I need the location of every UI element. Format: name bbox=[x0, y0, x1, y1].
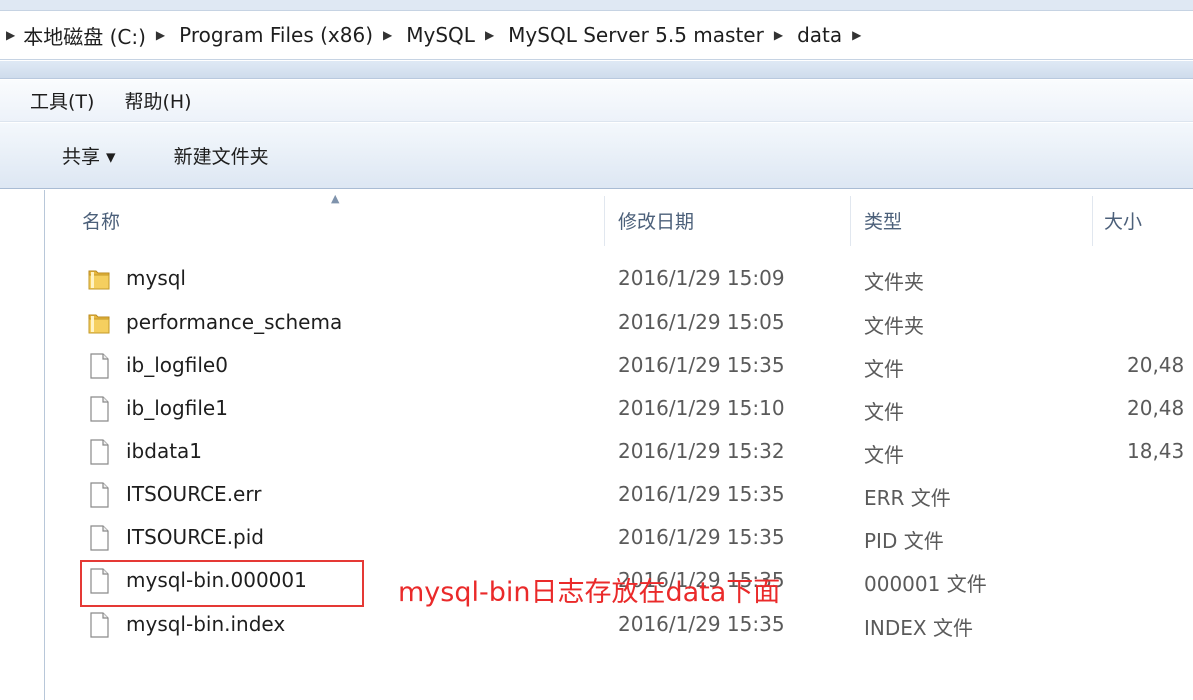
breadcrumb-chevron-icon[interactable]: ▶ bbox=[485, 28, 494, 42]
sort-ascending-icon: ▲ bbox=[331, 192, 340, 205]
file-date-modified: 2016/1/29 15:35 bbox=[618, 353, 785, 377]
file-type: 文件 bbox=[864, 400, 904, 424]
breadcrumb-chevron-icon[interactable]: ▶ bbox=[6, 28, 15, 42]
annotation-note: mysql-bin日志存放在data下面 bbox=[398, 577, 781, 608]
file-date-modified: 2016/1/29 15:35 bbox=[618, 525, 785, 549]
highlight-box bbox=[80, 560, 364, 607]
file-type: PID 文件 bbox=[864, 529, 944, 553]
menu-help[interactable]: 帮助(H) bbox=[124, 87, 191, 114]
file-date-modified: 2016/1/29 15:10 bbox=[618, 396, 785, 420]
file-name: mysql-bin.index bbox=[126, 612, 286, 636]
file-date-modified: 2016/1/29 15:35 bbox=[618, 482, 785, 506]
column-header-name[interactable]: 名称 bbox=[82, 200, 120, 240]
breadcrumb-chevron-icon[interactable]: ▶ bbox=[383, 28, 392, 42]
file-name: ibdata1 bbox=[126, 439, 203, 463]
breadcrumb-data[interactable]: data bbox=[797, 23, 842, 47]
file-row[interactable]: ib_logfile1 2016/1/29 15:10 文件 20,48 bbox=[78, 388, 1193, 428]
search-band bbox=[0, 61, 1193, 79]
file-icon bbox=[90, 439, 109, 465]
file-row[interactable]: mysql-bin.index 2016/1/29 15:35 INDEX 文件 bbox=[78, 604, 1193, 644]
file-size: 18,43 bbox=[1127, 439, 1185, 463]
file-type: 文件 bbox=[864, 443, 904, 467]
menu-tools[interactable]: 工具(T) bbox=[30, 87, 94, 114]
file-icon bbox=[90, 482, 109, 508]
breadcrumb-mysql-server[interactable]: MySQL Server 5.5 master bbox=[508, 23, 764, 47]
share-button[interactable]: 共享 ▾ bbox=[62, 142, 116, 169]
column-header-modified[interactable]: 修改日期 bbox=[618, 200, 694, 240]
file-type: INDEX 文件 bbox=[864, 616, 973, 640]
file-type: 文件夹 bbox=[864, 314, 924, 338]
window-top-edge bbox=[0, 0, 1193, 10]
breadcrumb-program-files[interactable]: Program Files (x86) bbox=[179, 23, 373, 47]
file-name: ITSOURCE.err bbox=[126, 482, 262, 506]
breadcrumb-chevron-icon[interactable]: ▶ bbox=[852, 28, 861, 42]
column-divider[interactable] bbox=[1092, 196, 1093, 246]
file-row[interactable]: performance_schema 2016/1/29 15:05 文件夹 bbox=[78, 302, 1193, 342]
file-date-modified: 2016/1/29 15:05 bbox=[618, 310, 785, 334]
file-row[interactable]: ITSOURCE.pid 2016/1/29 15:35 PID 文件 bbox=[78, 517, 1193, 557]
file-date-modified: 2016/1/29 15:09 bbox=[618, 266, 785, 290]
file-name: ITSOURCE.pid bbox=[126, 525, 264, 549]
folder-icon bbox=[88, 314, 110, 334]
file-icon bbox=[90, 525, 109, 551]
file-row[interactable]: ITSOURCE.err 2016/1/29 15:35 ERR 文件 bbox=[78, 474, 1193, 514]
menu-bar: 工具(T) 帮助(H) bbox=[0, 80, 1193, 122]
column-divider[interactable] bbox=[850, 196, 851, 246]
file-type: 文件夹 bbox=[864, 270, 924, 294]
file-icon bbox=[90, 353, 109, 379]
file-icon bbox=[90, 612, 109, 638]
file-name: ib_logfile0 bbox=[126, 353, 228, 377]
file-row[interactable]: mysql 2016/1/29 15:09 文件夹 bbox=[78, 258, 1193, 298]
file-date-modified: 2016/1/29 15:35 bbox=[618, 612, 785, 636]
file-size: 20,48 bbox=[1127, 353, 1185, 377]
command-bar: 共享 ▾ 新建文件夹 bbox=[0, 123, 1193, 189]
breadcrumb-local-disk[interactable]: 本地磁盘 (C:) bbox=[23, 21, 146, 50]
file-row[interactable]: ib_logfile0 2016/1/29 15:35 文件 20,48 bbox=[78, 345, 1193, 385]
file-icon bbox=[90, 396, 109, 422]
file-row[interactable]: ibdata1 2016/1/29 15:32 文件 18,43 bbox=[78, 431, 1193, 471]
file-name: ib_logfile1 bbox=[126, 396, 228, 420]
column-header-type[interactable]: 类型 bbox=[864, 200, 902, 240]
new-folder-button[interactable]: 新建文件夹 bbox=[174, 142, 269, 169]
folder-icon bbox=[88, 270, 110, 290]
column-header-size[interactable]: 大小 bbox=[1104, 200, 1142, 240]
file-type: 000001 文件 bbox=[864, 572, 987, 596]
file-name: performance_schema bbox=[126, 310, 343, 334]
file-date-modified: 2016/1/29 15:32 bbox=[618, 439, 785, 463]
file-type: ERR 文件 bbox=[864, 486, 951, 510]
nav-pane-divider bbox=[44, 190, 45, 700]
address-bar[interactable]: ▶ 本地磁盘 (C:) ▶ Program Files (x86) ▶ MySQ… bbox=[0, 10, 1193, 60]
file-size: 20,48 bbox=[1127, 396, 1185, 420]
breadcrumb-chevron-icon[interactable]: ▶ bbox=[156, 28, 165, 42]
breadcrumb-chevron-icon[interactable]: ▶ bbox=[774, 28, 783, 42]
breadcrumb-mysql[interactable]: MySQL bbox=[406, 23, 475, 47]
column-divider[interactable] bbox=[604, 196, 605, 246]
file-type: 文件 bbox=[864, 357, 904, 381]
file-name: mysql bbox=[126, 266, 186, 290]
